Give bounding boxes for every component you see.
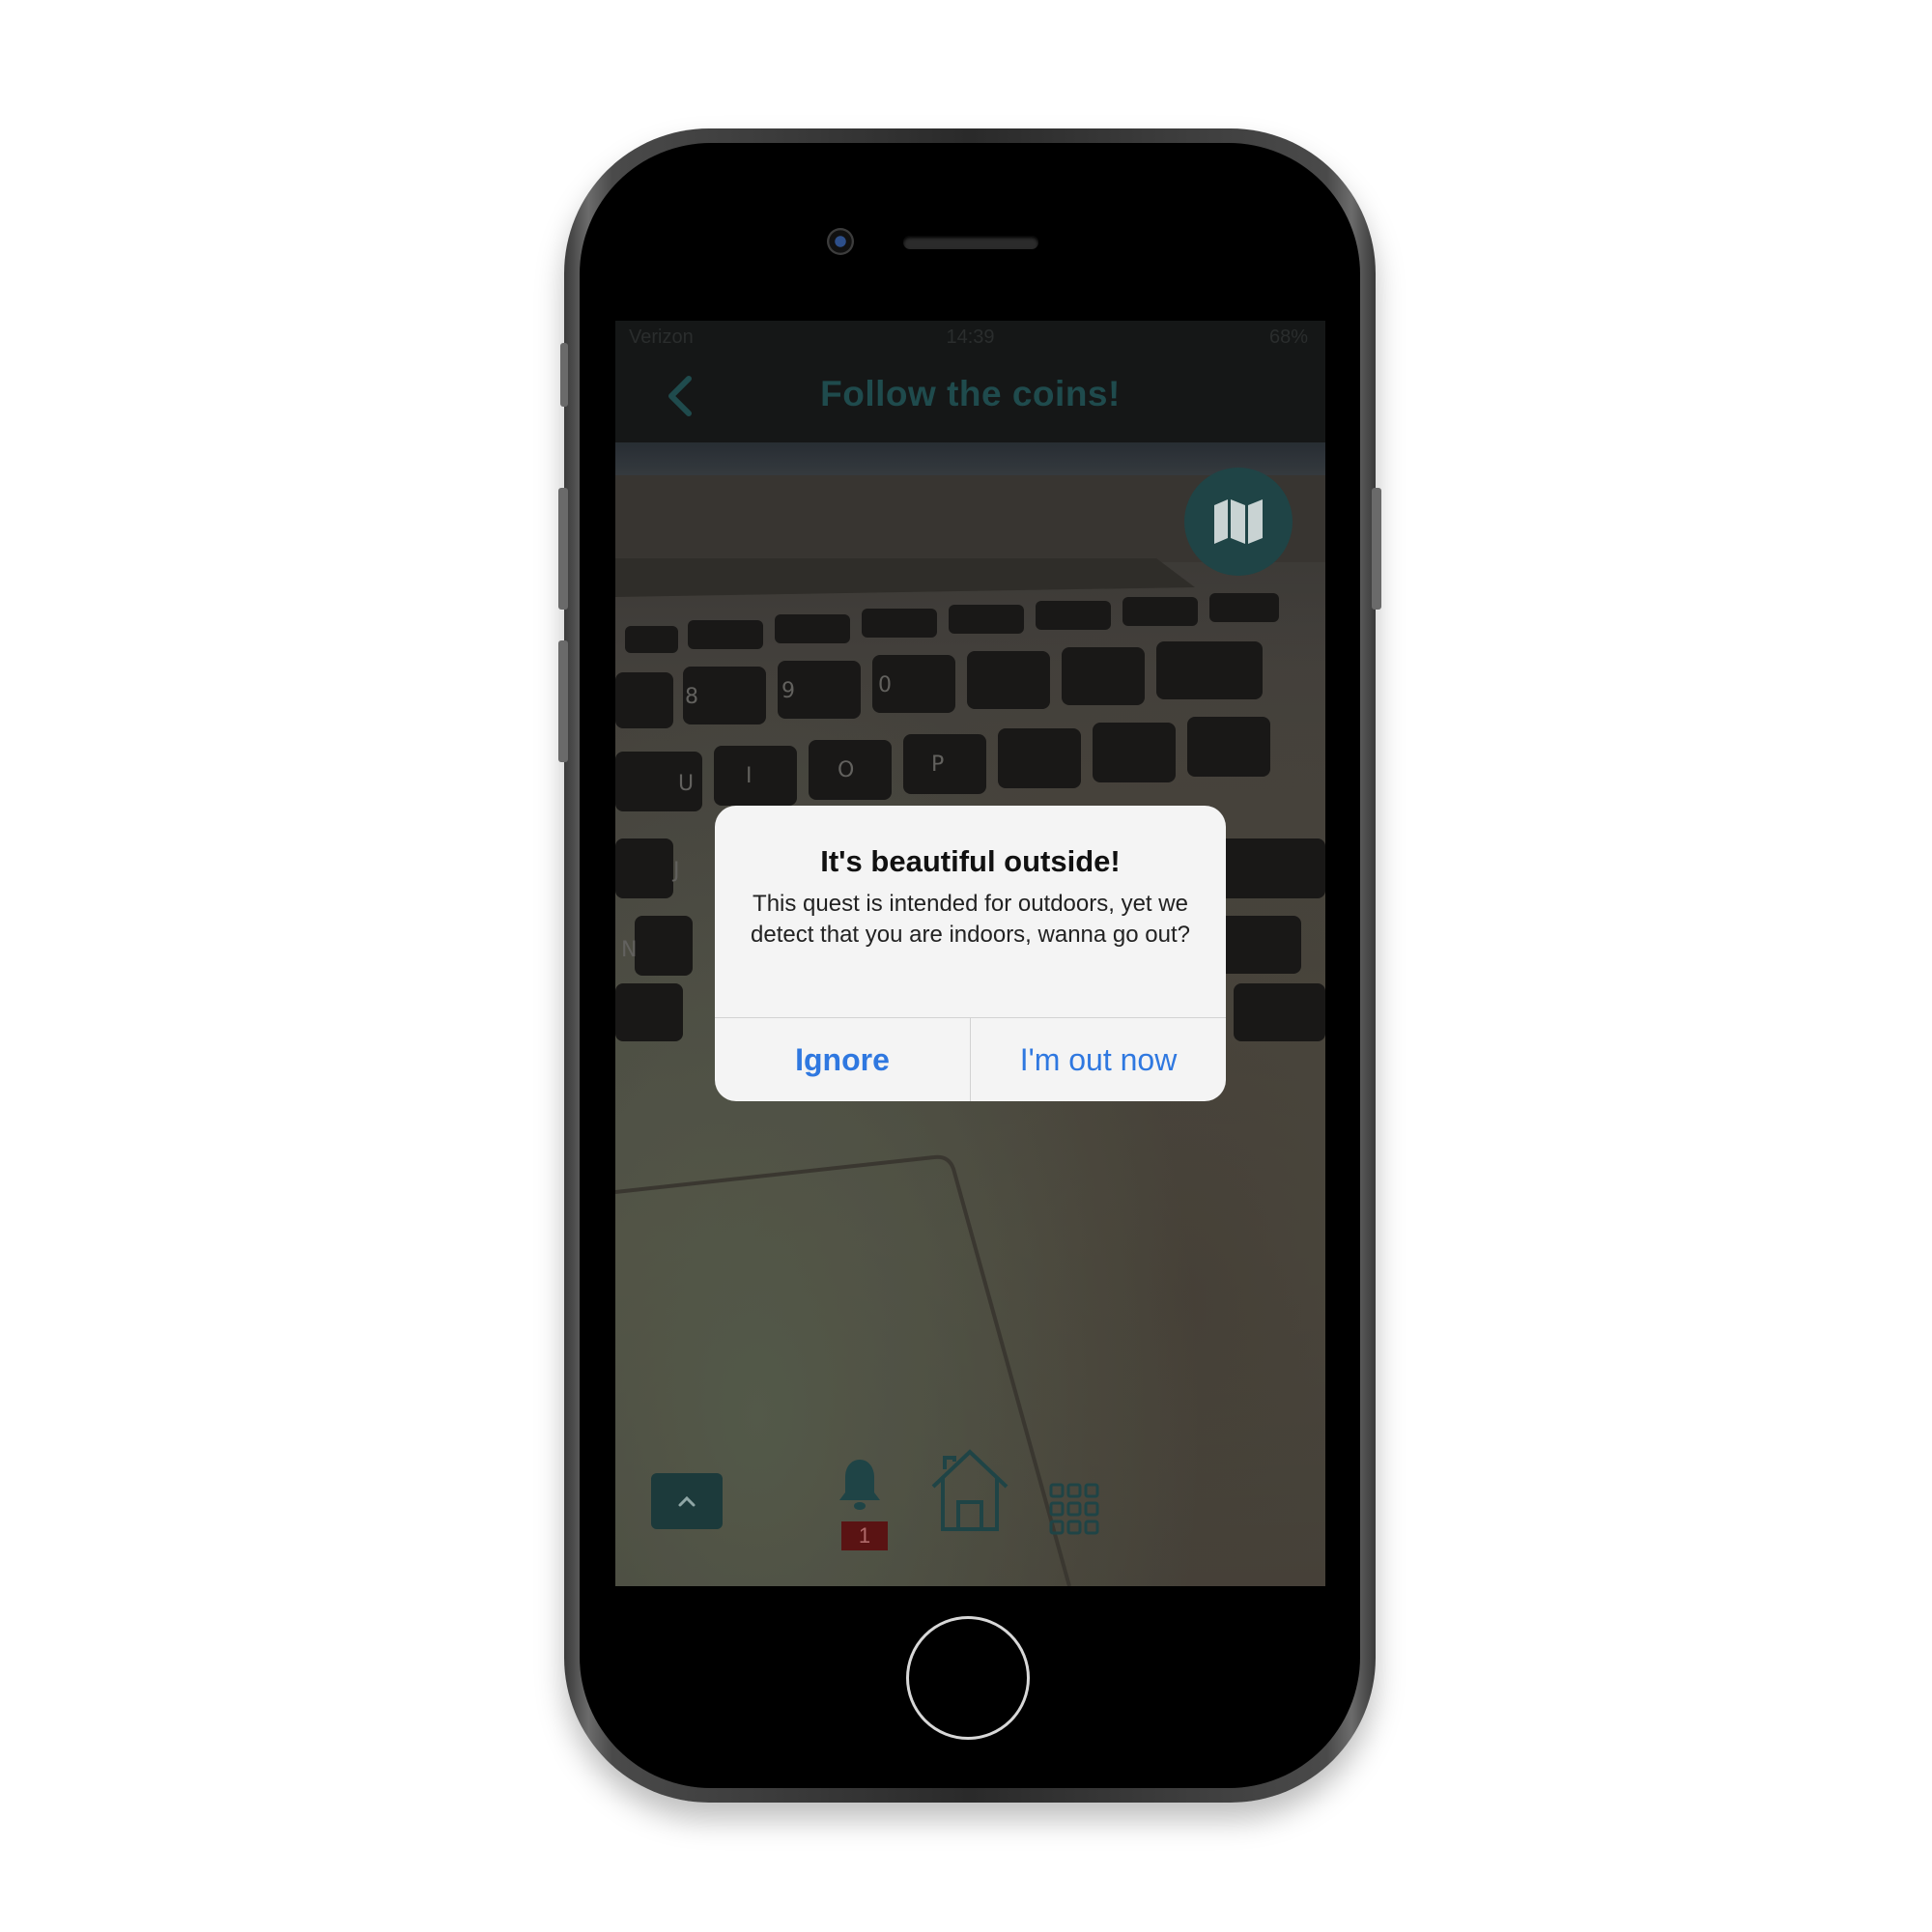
chevron-up-icon: [678, 1495, 696, 1507]
status-time: 14:39: [946, 327, 995, 348]
mute-switch: [560, 343, 568, 407]
home-button[interactable]: [906, 1616, 1030, 1740]
app-screen: U I O P 8 9 0 J N Verizon 14:39 68% Foll…: [615, 321, 1325, 1586]
page-title: Follow the coins!: [820, 374, 1121, 413]
map-icon: [1214, 499, 1263, 544]
volume-down-button: [558, 640, 568, 762]
notification-badge: 1: [841, 1521, 888, 1550]
expand-button[interactable]: [651, 1473, 723, 1529]
front-camera: [827, 228, 854, 255]
alert-title: It's beautiful outside!: [820, 844, 1121, 878]
volume-up-button: [558, 488, 568, 610]
power-button: [1372, 488, 1381, 610]
alert-message: This quest is intended for outdoors, yet…: [751, 891, 1190, 948]
grid-icon[interactable]: [1049, 1483, 1099, 1535]
map-button[interactable]: [1184, 468, 1293, 576]
ignore-button[interactable]: Ignore: [715, 1018, 970, 1101]
navigation-bar: Verizon 14:39 68% Follow the coins!: [615, 321, 1325, 442]
status-bar: Verizon 14:39 68%: [615, 327, 1325, 354]
outdoor-alert-dialog: It's beautiful outside! This quest is in…: [715, 806, 1226, 1101]
battery-label: 68%: [1268, 327, 1308, 348]
bell-icon[interactable]: [837, 1458, 883, 1512]
house-icon[interactable]: [929, 1448, 1010, 1531]
out-now-button[interactable]: I'm out now: [971, 1018, 1226, 1101]
earpiece-speaker: [903, 236, 1038, 249]
